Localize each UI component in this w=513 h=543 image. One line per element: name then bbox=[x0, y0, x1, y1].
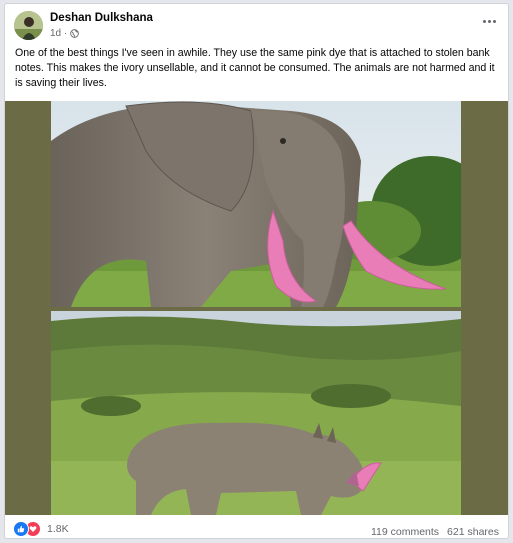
elephant-photo[interactable] bbox=[51, 101, 461, 307]
post-media[interactable] bbox=[5, 101, 508, 515]
globe-icon bbox=[70, 29, 80, 38]
reaction-count[interactable]: 1.8K bbox=[47, 523, 69, 535]
comments-count[interactable]: 119 comments bbox=[371, 526, 439, 538]
post-footer: 1.8K 119 comments 621 shares bbox=[5, 515, 508, 538]
rhino-photo[interactable] bbox=[51, 311, 461, 515]
avatar[interactable] bbox=[14, 11, 43, 40]
engagement-stats: 119 comments 621 shares bbox=[371, 526, 499, 538]
shares-count[interactable]: 621 shares bbox=[447, 526, 499, 538]
more-options-icon[interactable] bbox=[478, 14, 500, 28]
avatar-image bbox=[14, 11, 43, 40]
post-text: One of the best things I've seen in awhi… bbox=[15, 47, 495, 89]
post-timestamp[interactable]: 1d · bbox=[50, 28, 67, 39]
reactions-summary[interactable]: 1.8K bbox=[13, 521, 69, 537]
post-card: Deshan Dulkshana 1d · One of the best th… bbox=[4, 3, 509, 539]
like-icon bbox=[13, 521, 29, 537]
author-name[interactable]: Deshan Dulkshana bbox=[50, 12, 153, 24]
post-meta: 1d · bbox=[50, 28, 80, 39]
